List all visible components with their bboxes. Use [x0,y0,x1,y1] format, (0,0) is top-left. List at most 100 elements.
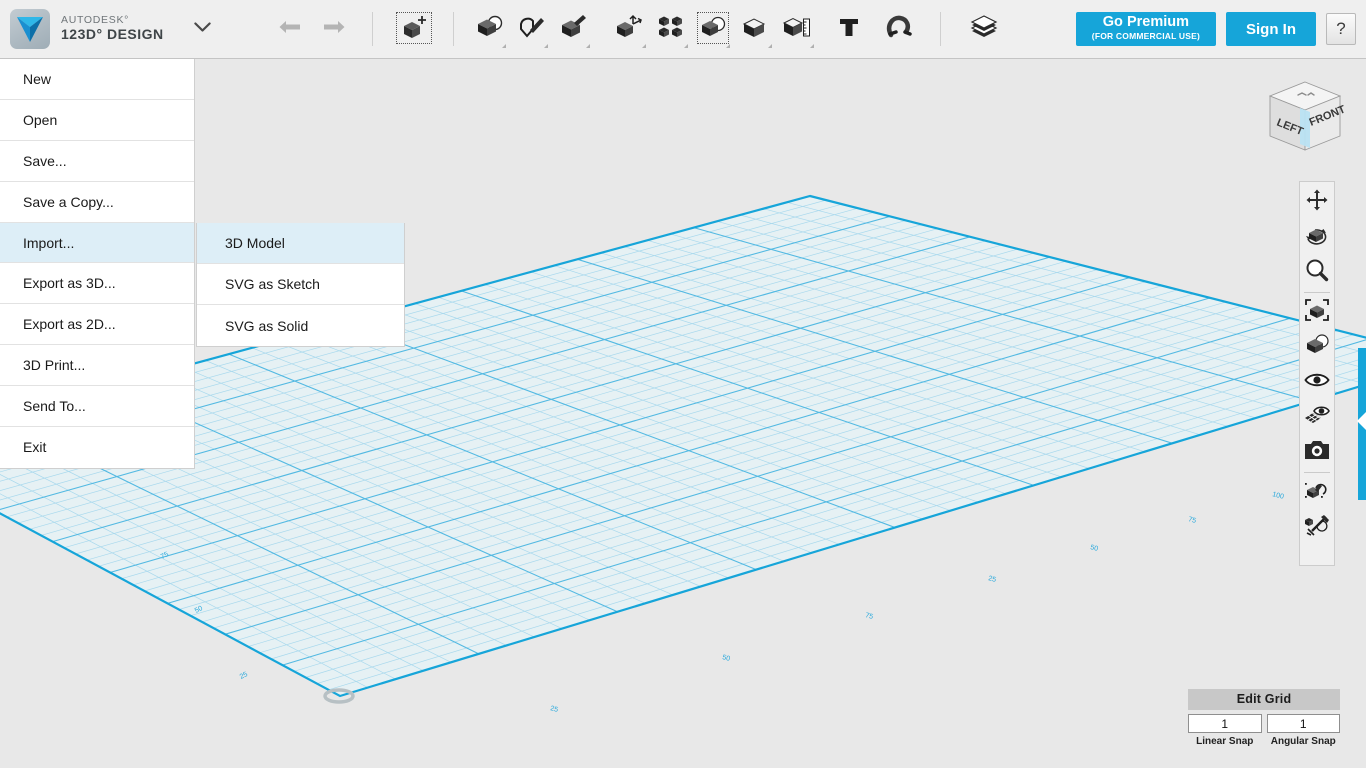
grid-label-right-75: 75 [1188,516,1197,525]
panel-collapse-tab[interactable] [1358,348,1366,500]
zoom-tool[interactable] [1300,255,1334,290]
flyout-corner-icon [810,44,814,48]
effects-tool[interactable] [1300,510,1334,545]
pan-tool[interactable] [1300,185,1334,220]
fit-tool[interactable] [1300,295,1334,330]
material-tool[interactable] [1300,475,1334,510]
four-arrows-pan-icon [1305,188,1329,217]
angular-snap-input[interactable] [1267,714,1341,733]
toolbar-divider-2 [453,12,454,46]
flyout-corner-icon [502,44,506,48]
go-premium-button[interactable]: Go Premium (FOR COMMERCIAL USE) [1076,12,1216,46]
go-premium-label: Go Premium [1103,15,1189,30]
modify-button[interactable] [608,7,650,51]
menu-item-send-to[interactable]: Send To... [0,386,194,427]
flyout-corner-icon [642,44,646,48]
combine-cubes-icon [698,14,728,45]
flyout-corner-icon [586,44,590,48]
text-button[interactable] [828,7,870,51]
flyout-corner-icon [544,44,548,48]
cube-axis-icon [614,14,644,45]
edit-grid-title[interactable]: Edit Grid [1188,689,1340,710]
text-t-icon [837,15,861,44]
go-premium-sublabel: (FOR COMMERCIAL USE) [1092,31,1200,42]
grid-snap-tool[interactable] [1300,400,1334,435]
fit-to-view-icon [1304,298,1330,327]
application-menu: NewOpenSave...Save a Copy...Import...Exp… [0,59,195,469]
viewport-canvas[interactable]: 75 50 25 25 50 75 25 50 75 100 [0,59,1366,768]
angular-snap-label: Angular Snap [1267,736,1341,747]
help-button[interactable]: ? [1326,13,1356,45]
magnifier-icon [1305,258,1329,287]
cube-face-icon [741,14,769,45]
menu-item-export-as-3d[interactable]: Export as 3D... [0,263,194,304]
grid-label-left-25: 25 [239,671,249,681]
modeling-tools-group [468,7,920,51]
snap-button[interactable] [734,7,776,51]
redo-button[interactable] [312,7,356,51]
menu-item-new[interactable]: New [0,59,194,100]
menu-item-3d-print[interactable]: 3D Print... [0,345,194,386]
grid-label-right-100: 100 [1272,491,1285,501]
orbit-tool[interactable] [1300,220,1334,255]
cube-effects-icon [1304,513,1330,542]
display-mode-tool[interactable] [1300,330,1334,365]
menu-item-exit[interactable]: Exit [0,427,194,468]
flyout-corner-icon [684,44,688,48]
redo-arrow-icon [321,19,347,40]
navbar-divider [1304,292,1330,293]
chevron-down-icon [194,20,211,38]
undo-arrow-icon [277,19,303,40]
menu-item-open[interactable]: Open [0,100,194,141]
grid-label-bottom-75: 75 [865,612,874,621]
brand: AUTODESK° 123D° DESIGN [0,9,164,49]
four-cubes-icon [657,14,685,45]
flyout-corner-icon [726,44,730,48]
menu-item-export-as-2d[interactable]: Export as 2D... [0,304,194,345]
eye-icon [1304,371,1330,394]
undo-button[interactable] [268,7,312,51]
view-cube[interactable]: LEFT FRONT [1262,78,1348,162]
linear-snap-input[interactable] [1188,714,1262,733]
submenu-item-svg-as-solid[interactable]: SVG as Solid [197,305,404,346]
app-menu-button[interactable] [190,16,216,42]
pattern-button[interactable] [650,7,692,51]
undo-redo-group [268,7,356,51]
grid-label-right-25: 25 [988,575,997,584]
menu-item-save[interactable]: Save... [0,141,194,182]
primitives-button[interactable] [468,7,510,51]
menu-item-save-a-copy[interactable]: Save a Copy... [0,182,194,223]
brand-product: 123D° DESIGN [61,27,164,43]
edit-grid-fields: Linear Snap Angular Snap [1188,714,1340,747]
magnet-icon [884,14,914,45]
sketch-pencil-icon [516,14,546,45]
grid-eye-icon [1304,404,1330,431]
stacked-sheets-icon [969,15,999,44]
navbar-divider-2 [1304,472,1330,473]
menu-item-import[interactable]: Import... [0,223,194,264]
sketch-button[interactable] [510,7,552,51]
navigation-toolbar [1299,181,1335,566]
brand-text: AUTODESK° 123D° DESIGN [61,15,164,42]
grouping-button[interactable] [692,7,734,51]
autodesk-123d-logo-icon [10,9,50,49]
flyout-corner-icon [768,44,772,48]
measure-button[interactable] [776,7,818,51]
sign-in-button[interactable]: Sign In [1226,12,1316,46]
cube-ruler-icon [782,14,812,45]
select-cube-plus-icon [399,13,429,46]
linear-snap-label: Linear Snap [1188,736,1262,747]
cube-sphere-icon [474,14,504,45]
visibility-tool[interactable] [1300,365,1334,400]
toolbar-divider-3 [940,12,941,46]
materials-button[interactable] [963,7,1005,51]
linear-snap-column: Linear Snap [1188,714,1262,747]
toolbar-divider [372,12,373,46]
transform-button[interactable] [391,7,437,51]
construct-button[interactable] [552,7,594,51]
submenu-item-svg-as-sketch[interactable]: SVG as Sketch [197,264,404,305]
snapshot-tool[interactable] [1300,435,1334,470]
cube-material-icon [1304,478,1330,507]
magnet-button[interactable] [878,7,920,51]
submenu-item-3d-model[interactable]: 3D Model [197,223,404,264]
